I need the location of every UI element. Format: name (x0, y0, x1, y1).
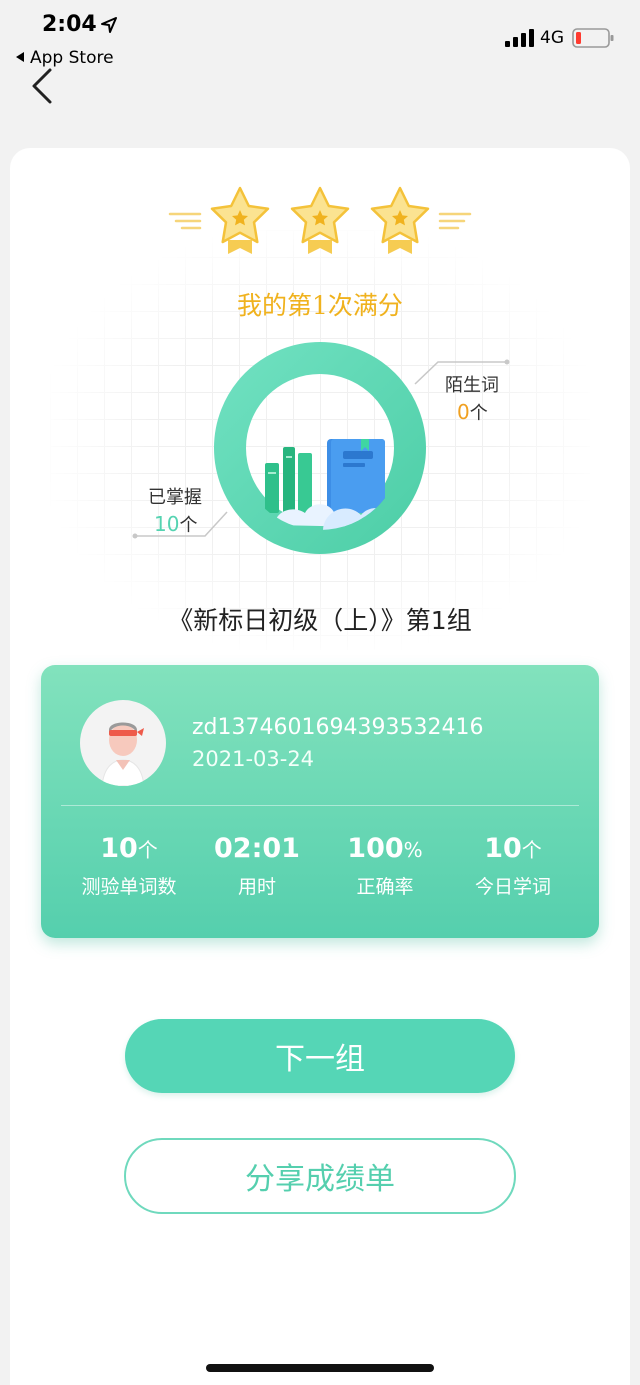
status-time: 2:04 (42, 12, 97, 37)
decor-lines-right-icon (438, 212, 472, 230)
battery-icon (572, 28, 614, 48)
share-report-button[interactable]: 分享成绩单 (124, 1138, 516, 1214)
stats-card: zd1374601694393532416 2021-03-24 10个 测验单… (41, 665, 599, 938)
achievement-stars (168, 186, 472, 254)
mastered-words-label: 已掌握 (148, 487, 202, 508)
mastered-words-unit: 个 (179, 515, 198, 536)
stat-time-used-value: 02:01 (214, 833, 300, 864)
user-avatar-icon (101, 722, 145, 786)
star-icon-3 (370, 186, 430, 254)
stat-accuracy: 100% 正确率 (315, 833, 455, 899)
stat-accuracy-value: 100 (347, 833, 404, 864)
stat-accuracy-label: 正确率 (356, 876, 414, 898)
mastered-words-callout: 已掌握 10个 (148, 483, 202, 537)
unknown-words-count: 0 (457, 400, 470, 424)
cellular-signal-icon (505, 29, 534, 47)
back-to-app-store-link[interactable]: App Store (16, 48, 114, 68)
status-bar: 2:04 App Store 4G (0, 0, 640, 80)
stat-time-used-label: 用时 (237, 876, 276, 898)
stat-today-words-value: 10 (484, 833, 522, 864)
unknown-words-unit: 个 (469, 403, 488, 424)
decor-lines-left-icon (168, 212, 202, 230)
stats-divider (61, 805, 579, 806)
mastered-words-count: 10 (154, 512, 180, 536)
back-app-label: App Store (30, 48, 114, 68)
result-headline: 我的第1次满分 (237, 291, 403, 320)
stat-words-tested-label: 测验单词数 (81, 876, 177, 898)
stat-today-words-unit: 个 (521, 838, 542, 862)
stat-today-words-label: 今日学词 (474, 876, 551, 898)
stat-accuracy-unit: % (403, 838, 423, 862)
location-arrow-icon (101, 17, 117, 33)
stat-today-words: 10个 今日学词 (443, 833, 583, 899)
unknown-words-label: 陌生词 (445, 375, 499, 396)
stat-words-tested-unit: 个 (137, 838, 158, 862)
network-type: 4G (540, 28, 564, 48)
stat-words-tested-value: 10 (100, 833, 138, 864)
back-triangle-icon (16, 52, 24, 62)
star-icon-2 (290, 186, 350, 254)
unknown-words-callout: 陌生词 0个 (445, 371, 499, 425)
stat-words-tested: 10个 测验单词数 (59, 833, 199, 899)
stat-time-used: 02:01 用时 (187, 833, 327, 899)
mastery-donut-chart (214, 342, 426, 554)
username: zd1374601694393532416 (192, 715, 484, 740)
avatar (80, 700, 166, 786)
test-date: 2021-03-24 (192, 747, 315, 771)
home-indicator[interactable] (206, 1364, 434, 1372)
next-group-button[interactable]: 下一组 (125, 1019, 515, 1093)
back-chevron-icon[interactable] (28, 66, 56, 106)
book-group-title: 《新标日初级（上）》第1组 (168, 606, 472, 635)
star-icon-1 (210, 186, 270, 254)
